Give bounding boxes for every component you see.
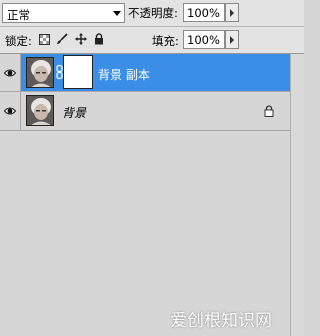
lock-transparent-pixels-icon[interactable] (38, 33, 50, 45)
layer-mask-thumbnail[interactable] (63, 55, 93, 89)
lock-image-pixels-icon[interactable] (56, 33, 68, 45)
lock-label: 锁定: (5, 34, 32, 48)
link-icon[interactable] (56, 65, 63, 79)
layer-thumbnail[interactable] (26, 57, 54, 88)
fill-label: 填充: (152, 34, 179, 48)
layer-row-background[interactable]: 背景 (0, 92, 290, 130)
chevron-down-icon (113, 11, 121, 16)
fill-slider-button[interactable] (225, 30, 239, 49)
layer-name: 背景 (62, 106, 87, 120)
fill-value: 100% (187, 33, 220, 47)
visibility-toggle[interactable] (0, 92, 21, 130)
layer-name: 背景 副本 (98, 68, 150, 82)
lock-position-icon[interactable] (75, 33, 87, 45)
blend-mode-value: 正常 (7, 8, 30, 22)
scrollbar[interactable] (290, 54, 304, 336)
eye-icon (4, 69, 16, 77)
chevron-right-icon (230, 9, 234, 17)
blend-mode-select[interactable]: 正常 (2, 3, 125, 23)
lock-fill-toolbar: 锁定: 填充: 100% (0, 27, 304, 53)
layer-row-background-copy[interactable]: 背景 副本 (0, 54, 290, 92)
eye-icon (4, 107, 16, 115)
opacity-input[interactable]: 100% (183, 3, 225, 22)
fill-input[interactable]: 100% (183, 30, 225, 49)
opacity-value: 100% (187, 6, 220, 20)
blend-opacity-toolbar: 正常 不透明度: 100% (0, 0, 304, 26)
chevron-right-icon (230, 36, 234, 44)
visibility-toggle[interactable] (0, 54, 21, 92)
lock-icon (264, 105, 274, 117)
watermark-text: 爱创根知识网 (170, 311, 272, 331)
lock-all-icon[interactable] (93, 33, 105, 45)
layer-thumbnail[interactable] (26, 95, 54, 126)
opacity-label: 不透明度: (128, 6, 178, 20)
opacity-slider-button[interactable] (225, 3, 239, 22)
